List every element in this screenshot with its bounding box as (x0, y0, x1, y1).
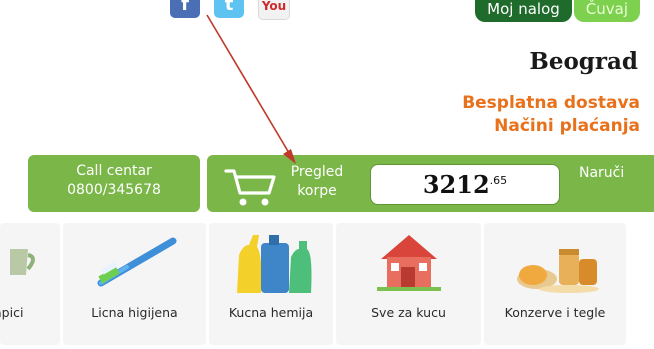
order-button[interactable]: Naruči (579, 165, 624, 181)
social-links: f t You (170, 0, 290, 20)
cart-total-decimal: .65 (489, 174, 508, 187)
cup-icon (10, 249, 35, 275)
toothbrush-icon (97, 237, 176, 287)
detergent-bottles-icon (237, 235, 312, 293)
cart-total-integer: 3212 (422, 170, 490, 199)
cart-total-display: 3212 .65 (370, 164, 560, 205)
payment-methods-link[interactable]: Načini plaćanja (494, 116, 640, 136)
my-account-button[interactable]: Moj nalog (475, 0, 572, 22)
save-button[interactable]: Čuvaj (573, 0, 640, 22)
category-label: Sve za kucu (371, 305, 446, 320)
category-item[interactable]: Kucna hemija (209, 223, 333, 345)
category-strip: apici Licna higijena Kucna hemija (0, 223, 654, 349)
category-item[interactable]: Sve za kucu (336, 223, 481, 345)
category-label: Licna higijena (91, 305, 178, 320)
house-icon (376, 235, 441, 291)
city-name: Beograd (529, 48, 638, 75)
category-label: apici (0, 305, 24, 320)
youtube-icon[interactable]: You (258, 0, 290, 20)
shopping-cart-icon[interactable] (223, 166, 279, 208)
call-center-title: Call centar (76, 163, 152, 179)
call-center-phone: 0800/345678 (67, 182, 161, 198)
category-item[interactable]: Licna higijena (63, 223, 206, 345)
cart-overview-button[interactable]: Pregled korpe (285, 163, 349, 201)
jars-icon (517, 249, 599, 293)
category-item[interactable]: apici (0, 223, 60, 345)
cart-bar: Pregled korpe 3212 .65 Naruči (207, 155, 654, 212)
account-buttons: Moj nalog Čuvaj (475, 0, 640, 22)
category-item[interactable]: Konzerve i tegle (484, 223, 626, 345)
free-delivery-link[interactable]: Besplatna dostava (462, 93, 640, 113)
page: f t You Moj nalog Čuvaj Beograd Besplatn… (0, 0, 654, 349)
category-label: Kucna hemija (228, 305, 314, 320)
twitter-icon[interactable]: t (214, 0, 244, 18)
cart-label-line2: korpe (297, 183, 337, 199)
call-center-box[interactable]: Call centar 0800/345678 (28, 155, 200, 212)
facebook-icon[interactable]: f (170, 0, 200, 18)
cart-label-line1: Pregled (290, 164, 344, 180)
category-label: Konzerve i tegle (504, 305, 606, 320)
